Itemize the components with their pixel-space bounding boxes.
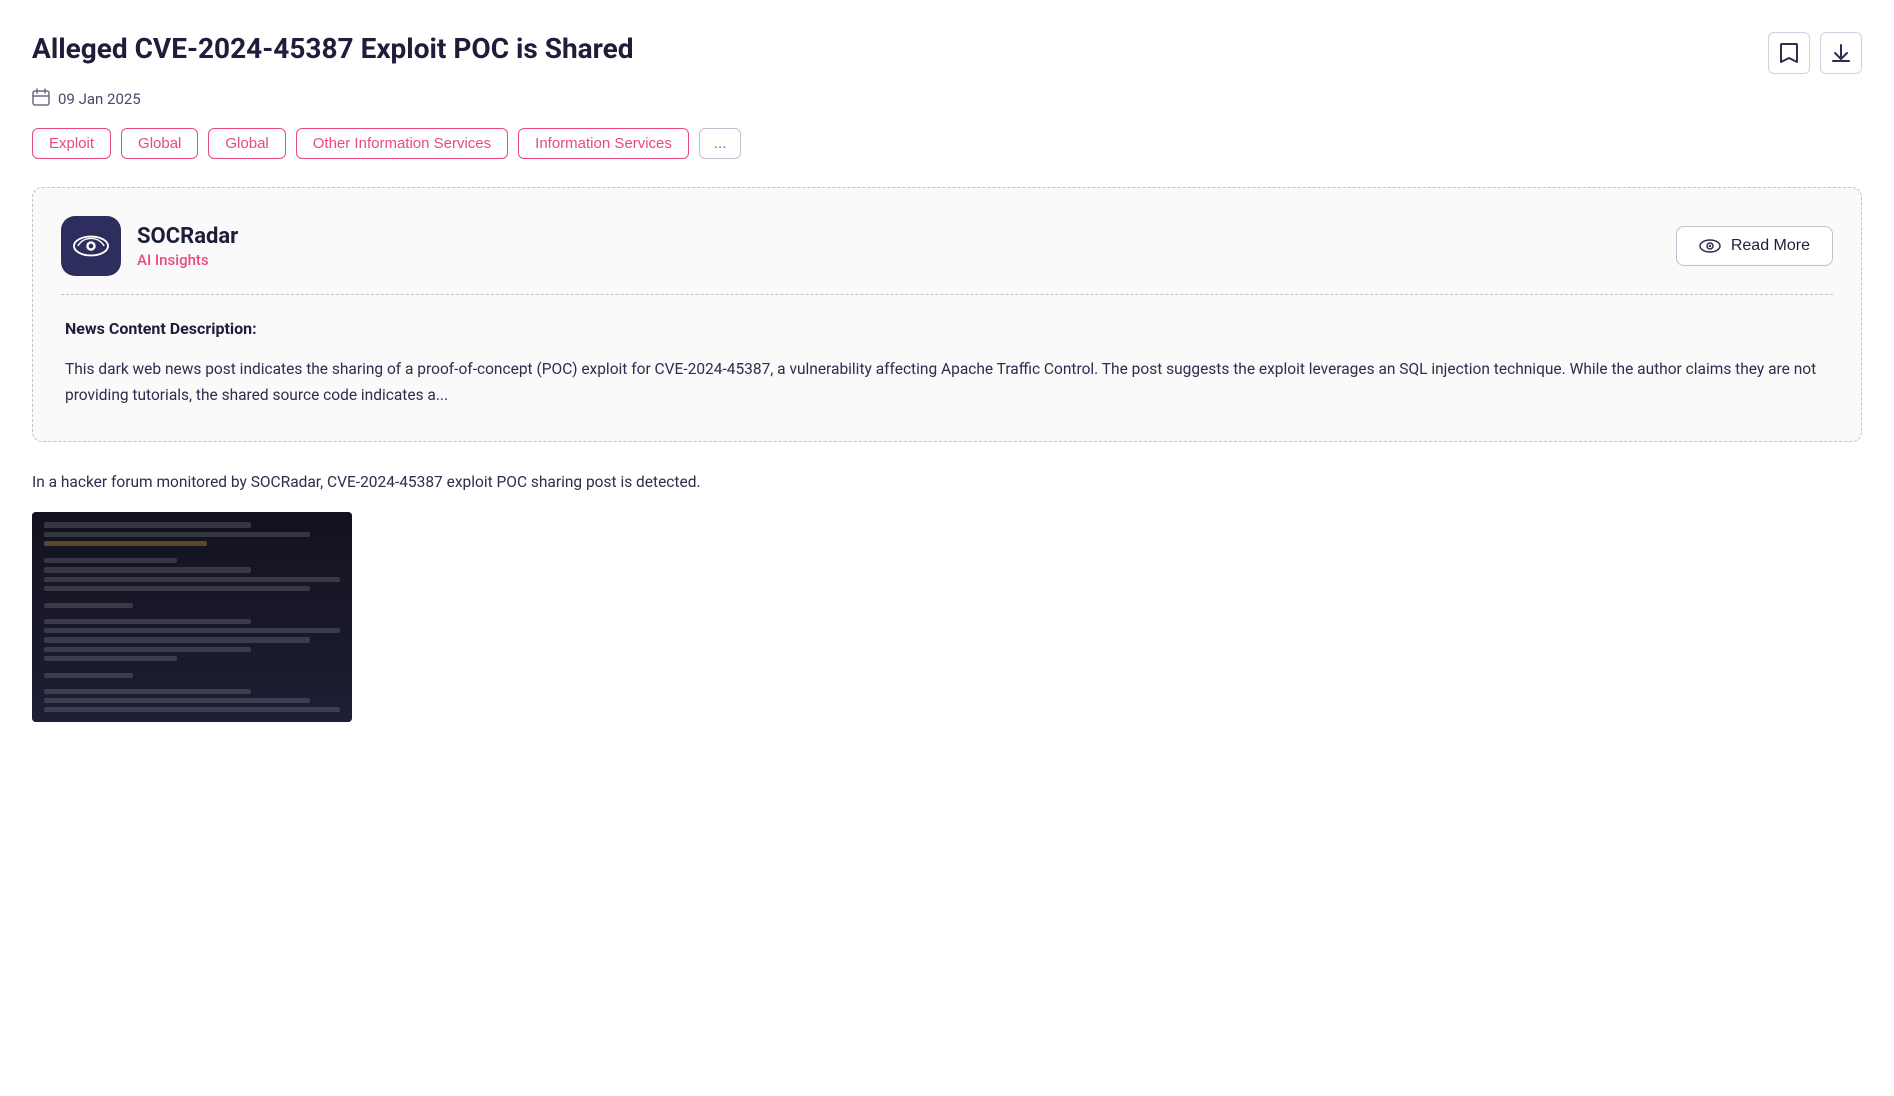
code-line-16 [44, 698, 310, 703]
brand-sub: AI Insights [137, 251, 238, 269]
section-label: News Content Description: [65, 319, 1829, 338]
code-line-2 [44, 532, 310, 537]
download-button[interactable] [1820, 32, 1862, 74]
exploit-screenshot [32, 512, 352, 722]
code-line-9 [44, 619, 251, 624]
tag-exploit[interactable]: Exploit [32, 128, 111, 159]
tag-global-2[interactable]: Global [208, 128, 285, 159]
code-line-15 [44, 689, 251, 694]
screenshot-content [32, 512, 352, 722]
date-row: 09 Jan 2025 [32, 88, 1862, 110]
header-actions [1768, 32, 1862, 74]
code-line-4 [44, 558, 177, 563]
insight-divider [61, 294, 1833, 295]
date-text: 09 Jan 2025 [58, 90, 141, 108]
download-icon [1831, 43, 1851, 63]
socradar-logo-icon [73, 228, 109, 264]
page-title: Alleged CVE-2024-45387 Exploit POC is Sh… [32, 32, 1744, 66]
insight-brand: SOCRadar AI Insights [61, 216, 238, 276]
brand-name: SOCRadar [137, 224, 238, 249]
code-line-3 [44, 541, 207, 546]
code-line-8 [44, 603, 133, 608]
code-line-6 [44, 577, 340, 582]
code-line-1 [44, 522, 251, 527]
tag-info-services[interactable]: Information Services [518, 128, 689, 159]
brand-logo [61, 216, 121, 276]
insight-body: News Content Description: This dark web … [61, 319, 1833, 409]
header-row: Alleged CVE-2024-45387 Exploit POC is Sh… [32, 32, 1862, 74]
insight-card: SOCRadar AI Insights Read More News Cont… [32, 187, 1862, 442]
read-more-button[interactable]: Read More [1676, 226, 1833, 266]
code-line-10 [44, 628, 340, 633]
calendar-icon [32, 88, 50, 110]
bookmark-button[interactable] [1768, 32, 1810, 74]
brand-info: SOCRadar AI Insights [137, 224, 238, 269]
code-line-7 [44, 586, 310, 591]
body-section: In a hacker forum monitored by SOCRadar,… [32, 470, 1862, 723]
code-line-14 [44, 673, 133, 678]
tag-more[interactable]: ... [699, 128, 742, 159]
code-line-13 [44, 656, 177, 661]
read-more-eye-icon [1699, 238, 1721, 254]
insight-header: SOCRadar AI Insights Read More [61, 216, 1833, 276]
code-line-12 [44, 647, 251, 652]
bookmark-icon [1779, 42, 1799, 64]
intro-text: In a hacker forum monitored by SOCRadar,… [32, 470, 1862, 495]
read-more-label: Read More [1731, 237, 1810, 255]
code-line-5 [44, 567, 251, 572]
tag-other-info[interactable]: Other Information Services [296, 128, 508, 159]
tag-global-1[interactable]: Global [121, 128, 198, 159]
code-line-11 [44, 637, 310, 642]
description-text: This dark web news post indicates the sh… [65, 356, 1829, 409]
code-line-17 [44, 707, 340, 712]
tags-row: Exploit Global Global Other Information … [32, 128, 1862, 159]
